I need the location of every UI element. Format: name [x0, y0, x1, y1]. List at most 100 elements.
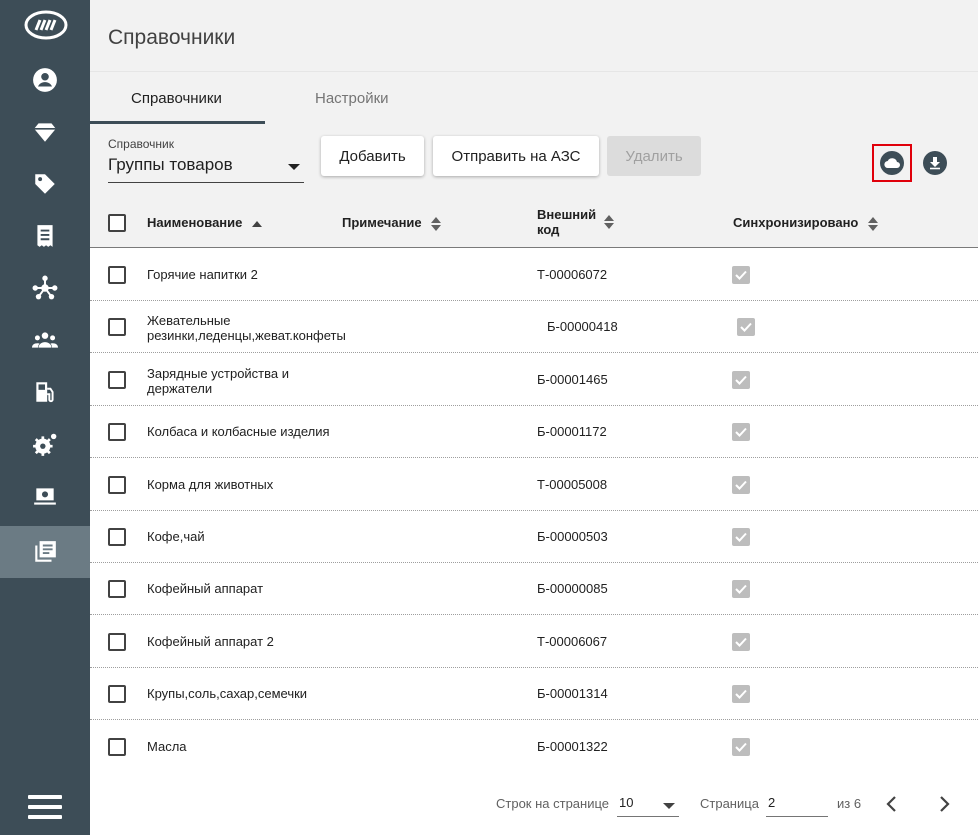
row-checkbox[interactable] — [108, 370, 126, 389]
check-icon — [735, 532, 747, 542]
download-icon — [923, 151, 947, 175]
check-icon — [735, 690, 747, 700]
column-ext-code-header[interactable]: Внешний код — [537, 207, 596, 237]
chevron-down-icon[interactable] — [288, 164, 300, 170]
synced-checkbox — [732, 266, 750, 284]
row-checkbox[interactable] — [108, 580, 126, 599]
check-icon — [735, 742, 747, 752]
download-button[interactable] — [923, 151, 947, 175]
row-checkbox[interactable] — [108, 423, 126, 442]
page-input[interactable]: 2 — [768, 795, 775, 810]
total-pages-label: из 6 — [837, 796, 862, 811]
add-button[interactable]: Добавить — [321, 136, 424, 176]
row-checkbox[interactable] — [108, 318, 126, 337]
tab-bar: Справочники Настройки — [90, 72, 978, 124]
row-name: Корма для животных — [147, 476, 274, 492]
sidebar-item-users[interactable] — [0, 314, 90, 366]
row-ext-code: Б-00001314 — [537, 686, 608, 702]
next-page-icon[interactable] — [934, 794, 954, 814]
column-note-label: Примечание — [342, 215, 422, 230]
table-row[interactable]: Кофейный аппарат 2 Т-00006067 — [90, 615, 978, 668]
sidebar-item-money[interactable] — [0, 470, 90, 522]
synced-checkbox — [732, 370, 750, 389]
row-checkbox[interactable] — [108, 632, 126, 651]
account-icon — [33, 68, 57, 92]
sidebar-item-receipt[interactable] — [0, 210, 90, 262]
row-checkbox[interactable] — [108, 266, 126, 284]
synced-checkbox — [732, 475, 750, 494]
column-ext-code-label-1: Внешний — [537, 207, 597, 222]
row-ext-code: Т-00006067 — [537, 633, 608, 649]
synced-checkbox — [737, 318, 755, 337]
check-icon — [735, 270, 747, 280]
sidebar-item-fuel-station[interactable] — [0, 366, 90, 418]
synced-checkbox — [732, 423, 750, 442]
table-row[interactable]: Горячие напитки 2 Т-00006072 — [90, 249, 978, 301]
sidebar-item-catalog[interactable] — [0, 526, 90, 578]
row-checkbox[interactable] — [108, 685, 126, 704]
synced-checkbox — [732, 580, 750, 599]
row-name: Горячие напитки 2 — [147, 267, 258, 282]
tab-catalogs[interactable]: Справочники — [131, 90, 222, 107]
send-to-station-button[interactable]: Отправить на АЗС — [433, 136, 599, 176]
row-checkbox[interactable] — [108, 737, 126, 756]
row-checkbox[interactable] — [108, 528, 126, 546]
row-ext-code: Б-00000503 — [537, 529, 608, 544]
synced-checkbox — [732, 737, 750, 756]
sort-icon[interactable] — [604, 215, 614, 229]
check-icon — [735, 585, 747, 595]
table-header: Наименование Примечание Внешний код Синх… — [90, 196, 978, 248]
sidebar — [0, 0, 90, 835]
table-row[interactable]: Колбаса и колбасные изделия Б-00001172 — [90, 406, 978, 459]
synced-checkbox — [732, 632, 750, 651]
table-row[interactable]: Кофе,чай Б-00000503 — [90, 511, 978, 563]
tab-settings[interactable]: Настройки — [315, 90, 389, 107]
column-name-header[interactable]: Наименование — [147, 215, 262, 230]
sidebar-item-account[interactable] — [0, 54, 90, 106]
column-synced-label: Синхронизировано — [733, 215, 859, 230]
sidebar-item-settings[interactable] — [0, 418, 90, 470]
toolbar: Справочник Группы товаров Добавить Отпра… — [90, 124, 978, 196]
sort-icon[interactable] — [868, 216, 878, 231]
page-title: Справочники — [108, 26, 236, 49]
row-checkbox[interactable] — [108, 475, 126, 494]
column-ext-code-label-2: код — [537, 222, 560, 237]
sidebar-item-network[interactable] — [0, 262, 90, 314]
rows-select-underline — [617, 816, 679, 817]
rows-per-page-select[interactable]: 10 — [619, 795, 633, 810]
money-icon — [34, 488, 56, 505]
table-row[interactable]: Жевательные резинки,леденцы,жеват.конфет… — [90, 301, 978, 354]
sidebar-item-tag[interactable] — [0, 158, 90, 210]
column-note-header[interactable]: Примечание — [342, 215, 442, 231]
menu-icon[interactable] — [28, 795, 62, 819]
row-ext-code: Б-00001465 — [537, 371, 608, 387]
table-row[interactable]: Крупы,соль,сахар,семечки Б-00001314 — [90, 668, 978, 721]
select-all-checkbox[interactable] — [108, 214, 126, 232]
logo-icon[interactable] — [24, 10, 68, 40]
row-name: Кофейный аппарат — [147, 581, 264, 597]
sync-button[interactable] — [872, 144, 912, 182]
sort-icon[interactable] — [431, 216, 442, 231]
table-row[interactable]: Кофейный аппарат Б-00000085 — [90, 563, 978, 616]
receipt-icon — [37, 225, 53, 247]
row-name: Кофейный аппарат 2 — [147, 633, 274, 649]
page-label: Страница — [700, 796, 759, 811]
prev-page-icon[interactable] — [882, 794, 902, 814]
column-synced-header[interactable]: Синхронизировано — [733, 215, 878, 231]
sort-ascending-icon[interactable] — [252, 220, 262, 228]
delete-button[interactable]: Удалить — [607, 136, 701, 176]
row-name: Жевательные резинки,леденцы,жеват.конфет… — [147, 313, 346, 344]
page-input-underline — [766, 816, 828, 817]
sidebar-item-diamond[interactable] — [0, 106, 90, 158]
table-row[interactable]: Корма для животных Т-00005008 — [90, 458, 978, 511]
network-icon — [32, 275, 58, 300]
table-row[interactable]: Масла Б-00001322 — [90, 720, 978, 773]
check-icon — [735, 480, 747, 490]
catalog-select[interactable]: Группы товаров — [108, 155, 233, 175]
row-ext-code: Т-00005008 — [537, 476, 608, 492]
tag-icon — [35, 174, 55, 194]
check-icon — [735, 428, 747, 438]
table-row[interactable]: Зарядные устройства и держатели Б-0000146… — [90, 353, 978, 406]
chevron-down-icon[interactable] — [663, 803, 675, 810]
column-name-label: Наименование — [147, 215, 243, 230]
